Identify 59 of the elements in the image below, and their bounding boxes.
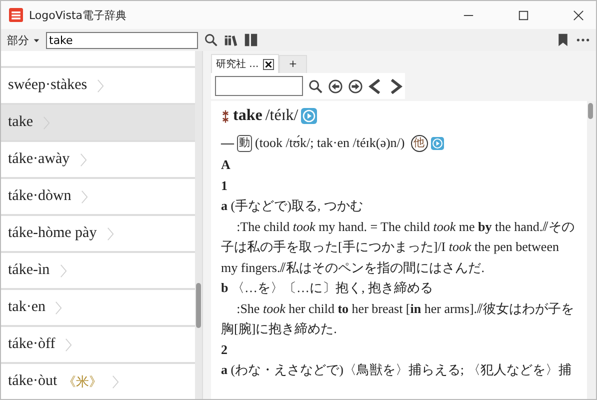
play-icon[interactable] xyxy=(430,136,444,150)
window-title: LogoVista電子辞典 xyxy=(29,8,127,22)
new-tab-button[interactable]: + xyxy=(278,55,308,73)
sense-definition: b 〈…を〉〔…に〕抱く, 抱き締める xyxy=(221,279,434,297)
sense-definition: a (わな・えさなどで)〈鳥獣を〉捕らえる; 〈犯人などを〉捕 xyxy=(221,361,572,379)
word-label: take xyxy=(8,114,33,131)
columns-icon[interactable] xyxy=(244,33,258,47)
chevron-icon xyxy=(97,78,104,92)
chevron-icon xyxy=(106,226,114,240)
word-label: tak·en xyxy=(8,299,46,316)
word-list-item[interactable]: take xyxy=(1,105,195,142)
back-icon[interactable] xyxy=(328,78,343,94)
search-icon[interactable] xyxy=(204,33,218,47)
close-icon[interactable] xyxy=(262,58,274,70)
sense-number: 2 xyxy=(221,340,228,358)
word-label: táke-hòme pày xyxy=(8,225,97,242)
search-field[interactable]: take xyxy=(46,32,198,48)
frequency-mark-icon xyxy=(221,108,230,124)
books-icon[interactable] xyxy=(224,33,238,47)
scrollbar[interactable] xyxy=(587,101,596,399)
play-icon[interactable] xyxy=(301,108,318,124)
chevron-icon xyxy=(65,338,72,352)
headword: take xyxy=(233,106,262,126)
region-tag: 《米》 xyxy=(63,372,102,390)
next-icon[interactable] xyxy=(388,78,403,94)
chevron-icon xyxy=(60,264,67,278)
word-label: táke·òff xyxy=(8,336,56,353)
caret-icon xyxy=(33,36,40,44)
chevron-icon xyxy=(81,190,88,204)
example-sentence: :She took her child to her breast [in her arms].⫽彼女はわが子を胸[腕]に抱き締めた. xyxy=(221,300,576,338)
sense-number: 1 xyxy=(221,176,228,194)
forward-icon[interactable] xyxy=(348,78,363,94)
maximize-icon[interactable] xyxy=(518,10,529,20)
search-icon[interactable] xyxy=(308,78,323,94)
previous-icon[interactable] xyxy=(368,78,383,94)
inflected-forms: (took /tʊ́k/; tak·en /téɪk(ə)n/) xyxy=(255,134,405,152)
find-field[interactable] xyxy=(215,76,303,96)
chevron-icon xyxy=(80,152,87,166)
close-icon[interactable] xyxy=(573,10,584,20)
word-label: swéep·stàkes xyxy=(8,77,88,94)
chevron-icon xyxy=(55,300,62,314)
dash: — xyxy=(221,134,234,152)
word-label: táke·òut xyxy=(8,373,58,390)
tab-label: 研究社 ... xyxy=(216,58,259,71)
sense-definition: a (手などで)取る, つかむ xyxy=(221,197,364,215)
example-sentence: :The child took my hand. = The child took me by the hand.⫽その子は私の手を取った[手につかまった]/I took the pen between my fingers.⫽私はそのペンを指の間にはさんだ. xyxy=(221,218,576,277)
scrollbar[interactable] xyxy=(195,51,202,399)
dictionary-tab[interactable]: 研究社 ... xyxy=(211,54,279,73)
word-label: táke-ìn xyxy=(8,262,50,279)
sense-number: A xyxy=(221,156,232,174)
bookmark-icon[interactable] xyxy=(556,33,570,47)
chevron-icon xyxy=(112,374,120,388)
part-of-speech-label: 動 xyxy=(237,134,252,152)
word-label: táke·awày xyxy=(8,151,70,168)
app-icon xyxy=(9,8,23,22)
search-mode-dropdown[interactable]: 部分 xyxy=(7,32,40,48)
word-label: táke·dòwn xyxy=(8,188,72,205)
pronunciation: /téɪk/ xyxy=(265,106,298,126)
transitivity-label: 他 xyxy=(410,134,428,152)
